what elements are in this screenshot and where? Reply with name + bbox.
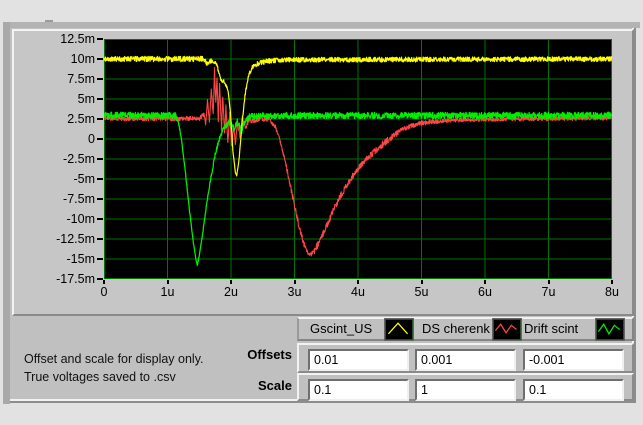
- scale-label: Scale: [258, 378, 292, 393]
- y-tick-mark: [97, 138, 103, 140]
- y-tick-label: -5m: [73, 172, 95, 186]
- x-tick-mark: [293, 280, 296, 284]
- y-tick-label: 5m: [77, 92, 95, 106]
- y-tick-label: 2.5m: [67, 112, 95, 126]
- offset-input-drift-scint[interactable]: [523, 349, 624, 371]
- legend-waveform-icon[interactable]: [595, 318, 625, 341]
- x-tick-mark: [166, 280, 169, 284]
- x-tick-label: 7u: [541, 285, 556, 299]
- y-tick-mark: [97, 38, 103, 40]
- x-tick-mark: [484, 280, 486, 284]
- scale-input-ds-cherenk[interactable]: [415, 379, 516, 401]
- y-tick-mark: [97, 78, 103, 80]
- labview-front-panel: 12.5m 10m 7.5m 5m 2.5m 0 -2.5m -5m -7.5m -10m -12.…: [0, 0, 643, 425]
- y-tick-mark: [97, 198, 103, 200]
- x-tick-label: 2u: [224, 285, 238, 299]
- x-tick-label: 4u: [351, 285, 365, 299]
- plot-svg: [103, 39, 613, 279]
- y-tick-label: 10m: [70, 52, 95, 66]
- legend-waveform-icon[interactable]: [492, 318, 522, 341]
- y-tick-label: -10m: [66, 212, 95, 226]
- legend-waveform-icon[interactable]: [384, 318, 414, 341]
- display-note: Offset and scale for display only. True …: [24, 350, 204, 386]
- y-tick-label: -17.5m: [56, 272, 95, 286]
- y-tick-mark: [97, 158, 103, 160]
- y-tick-mark: [97, 238, 103, 240]
- scale-input-drift-scint[interactable]: [523, 379, 624, 401]
- y-tick-mark: [97, 258, 103, 260]
- y-tick-mark: [97, 118, 103, 120]
- y-tick-label: -2.5m: [63, 152, 95, 166]
- x-tick-mark: [611, 280, 613, 284]
- x-tick-label: 8u: [605, 285, 619, 299]
- y-tick-label: 7.5m: [67, 72, 95, 86]
- offset-input-gscint[interactable]: [308, 349, 409, 371]
- note-line-2: True voltages saved to .csv: [24, 370, 176, 384]
- plot-grid: [104, 39, 612, 279]
- x-tick-mark: [230, 280, 232, 284]
- panel-left-edge: [3, 22, 10, 404]
- x-tick-label: 1u: [160, 285, 175, 299]
- y-tick-label: -15m: [66, 252, 95, 266]
- y-tick-label: -7.5m: [63, 192, 95, 206]
- y-tick-label: 12.5m: [60, 32, 95, 46]
- offsets-control-group: [297, 343, 634, 373]
- offset-input-ds-cherenk[interactable]: [415, 349, 516, 371]
- legend-item-drift-scint[interactable]: Drift scint: [524, 321, 578, 337]
- x-tick-mark: [420, 280, 423, 284]
- y-tick-label: -12.5m: [56, 232, 95, 246]
- y-tick-mark: [97, 178, 103, 180]
- x-tick-mark: [547, 280, 550, 284]
- scale-input-gscint[interactable]: [308, 379, 409, 401]
- legend-item-gscint-us[interactable]: Gscint_US: [310, 321, 372, 337]
- x-tick-label: 3u: [287, 285, 302, 299]
- scale-control-group: [297, 373, 634, 401]
- y-tick-mark: [97, 218, 103, 220]
- x-tick-mark: [357, 280, 359, 284]
- x-tick-label: 6u: [478, 285, 492, 299]
- x-tick-label: 0: [100, 285, 108, 299]
- note-line-1: Offset and scale for display only.: [24, 352, 204, 366]
- x-tick-label: 5u: [414, 285, 429, 299]
- offsets-label: Offsets: [247, 347, 292, 362]
- y-tick-mark: [97, 98, 103, 100]
- legend-item-ds-cherenk[interactable]: DS cherenk: [422, 321, 490, 337]
- plot-legend: Gscint_US DS cherenk Drift scint: [297, 317, 634, 341]
- x-tick-mark: [103, 280, 105, 284]
- y-tick-label: 0: [88, 132, 95, 146]
- waveform-plot-area: [103, 39, 613, 279]
- y-tick-mark: [97, 58, 103, 60]
